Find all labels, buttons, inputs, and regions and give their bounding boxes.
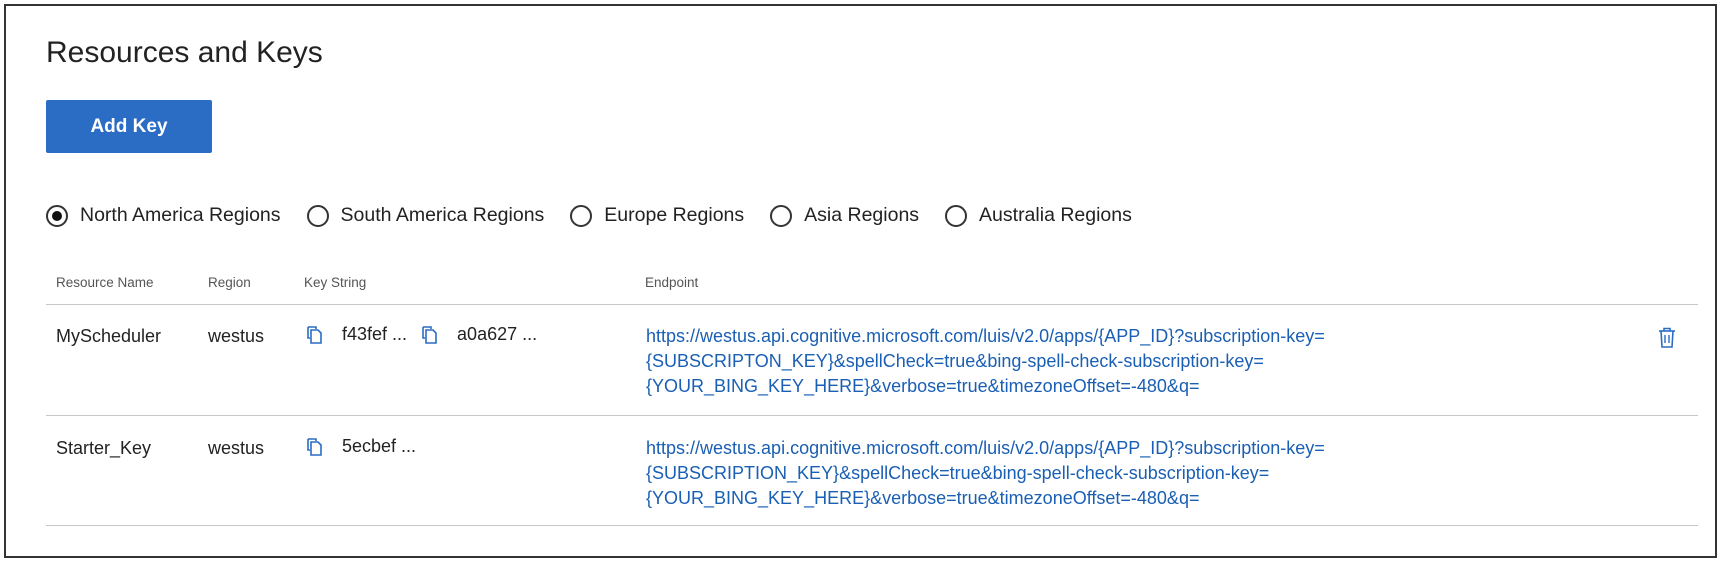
endpoint-link[interactable]: https://westus.api.cognitive.microsoft.c… <box>646 436 1446 511</box>
radio-label: Australia Regions <box>979 204 1132 226</box>
radio-label: Asia Regions <box>804 204 920 226</box>
radio-button[interactable] <box>306 204 329 227</box>
radio-button-checked[interactable] <box>46 204 68 227</box>
endpoint-line: https://westus.api.cognitive.microsoft.c… <box>646 326 1325 346</box>
row-divider <box>46 415 1698 416</box>
endpoint-line: {YOUR_BING_KEY_HERE}&verbose=true&timezo… <box>646 376 1200 396</box>
column-header-resource-name: Resource Name <box>56 275 154 290</box>
row-divider <box>46 525 1698 526</box>
column-header-region: Region <box>208 275 251 290</box>
key-value: a0a627 ... <box>457 324 538 344</box>
radio-label: South America Regions <box>340 204 545 226</box>
header-divider <box>46 304 1698 305</box>
radio-europe[interactable]: Europe Regions <box>570 204 744 227</box>
radio-label: North America Regions <box>80 204 281 226</box>
endpoint-line: {SUBSCRIPTON_KEY}&spellCheck=true&bing-s… <box>646 351 1264 371</box>
copy-icon[interactable] <box>306 325 324 345</box>
radio-asia[interactable]: Asia Regions <box>770 204 919 227</box>
radio-button[interactable] <box>770 204 793 227</box>
key-value: f43fef ... <box>342 324 408 344</box>
key-value: 5ecbef ... <box>342 436 417 456</box>
copy-icon[interactable] <box>306 437 324 457</box>
column-header-key-string: Key String <box>304 275 367 290</box>
resource-name: MyScheduler <box>56 326 162 346</box>
endpoint-line: https://westus.api.cognitive.microsoft.c… <box>646 438 1325 458</box>
radio-north-america[interactable]: North America Regions <box>46 204 281 227</box>
resource-name: Starter_Key <box>56 438 152 458</box>
endpoint-line: {YOUR_BING_KEY_HERE}&verbose=true&timezo… <box>646 488 1200 508</box>
column-header-endpoint: Endpoint <box>645 275 699 290</box>
page-title: Resources and Keys <box>46 36 323 69</box>
key-string: f43fef ... a0a627 ... <box>306 324 537 345</box>
add-key-button[interactable]: Add Key <box>46 100 212 153</box>
key-string: 5ecbef ... <box>306 436 416 457</box>
radio-south-america[interactable]: South America Regions <box>306 204 545 227</box>
radio-label: Europe Regions <box>604 204 745 226</box>
copy-icon[interactable] <box>421 325 439 345</box>
endpoint-line: {SUBSCRIPTION_KEY}&spellCheck=true&bing-… <box>646 463 1270 483</box>
radio-australia[interactable]: Australia Regions <box>945 204 1132 227</box>
resources-panel: Resources and Keys Add Key North America… <box>4 4 1717 558</box>
region-value: westus <box>208 326 265 346</box>
region-value: westus <box>208 438 265 458</box>
trash-icon[interactable] <box>1658 327 1676 349</box>
radio-button[interactable] <box>570 204 593 227</box>
radio-button[interactable] <box>945 204 968 227</box>
endpoint-link[interactable]: https://westus.api.cognitive.microsoft.c… <box>646 324 1446 399</box>
region-radio-group: North America Regions South America Regi… <box>46 204 1158 227</box>
